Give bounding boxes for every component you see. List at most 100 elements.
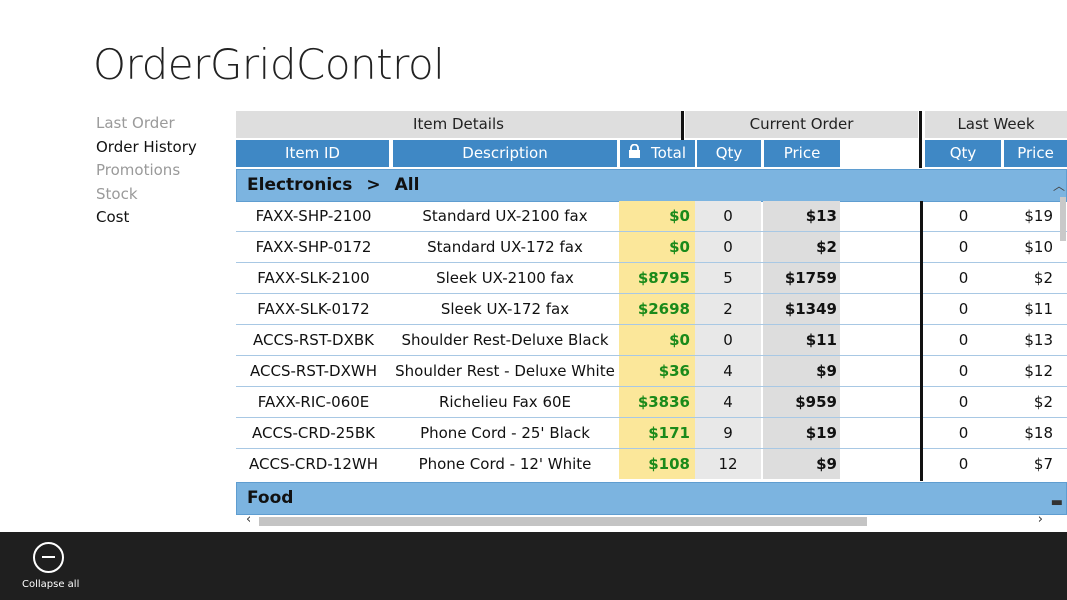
cell-qty[interactable]: 5 xyxy=(695,263,761,293)
nav-item-order-history[interactable]: Order History xyxy=(96,138,197,162)
category-name: Food xyxy=(247,488,294,508)
horizontal-scrollbar-thumb[interactable] xyxy=(259,517,867,526)
nav-item-cost[interactable]: Cost xyxy=(96,208,197,232)
col-header-item-id[interactable]: Item ID xyxy=(236,140,389,167)
cell-price: $959 xyxy=(763,387,840,417)
group-header-item-details: Item Details xyxy=(236,111,681,138)
cell-lastweek-price: $7 xyxy=(1033,455,1053,473)
cell-total: $171 xyxy=(619,418,695,448)
cell-price: $9 xyxy=(763,356,840,386)
cell-lastweek-qty: 0 xyxy=(958,362,969,380)
nav-item-promotions[interactable]: Promotions xyxy=(96,161,197,185)
horizontal-scrollbar[interactable]: ‹ › xyxy=(236,512,1067,528)
table-row[interactable]: FAXX-SLK-0172 Sleek UX-172 fax $2698 2 $… xyxy=(236,294,1067,325)
cell-qty[interactable]: 0 xyxy=(695,232,761,262)
cell-lastweek-price: $10 xyxy=(1024,238,1053,256)
cell-description: Shoulder Rest-Deluxe Black xyxy=(401,331,609,349)
cell-qty[interactable]: 4 xyxy=(695,387,761,417)
cell-lastweek-price: $11 xyxy=(1024,300,1053,318)
cell-lastweek-price: $13 xyxy=(1024,331,1053,349)
cell-price: $2 xyxy=(763,232,840,262)
col-header-lastweek-qty[interactable]: Qty xyxy=(925,140,1001,167)
col-header-total-label: Total xyxy=(651,144,687,162)
cell-lastweek-qty: 0 xyxy=(958,269,969,287)
cell-lastweek-price: $2 xyxy=(1033,393,1053,411)
group-divider xyxy=(681,111,684,140)
lock-icon xyxy=(628,141,641,167)
table-row[interactable]: ACCS-CRD-12WH Phone Cord - 12' White $10… xyxy=(236,449,1067,480)
cell-lastweek-qty: 0 xyxy=(958,393,969,411)
col-header-price[interactable]: Price xyxy=(764,140,840,167)
col-header-qty[interactable]: Qty xyxy=(697,140,761,167)
cell-qty[interactable]: 2 xyxy=(695,294,761,324)
collapse-icon xyxy=(32,542,64,573)
cell-lastweek-price: $12 xyxy=(1024,362,1053,380)
cell-lastweek-qty: 0 xyxy=(958,238,969,256)
scroll-left-icon[interactable]: ‹ xyxy=(246,512,251,527)
cell-total: $2698 xyxy=(619,294,695,324)
cell-price: $1759 xyxy=(763,263,840,293)
cell-total: $0 xyxy=(619,232,695,262)
vertical-scrollbar-thumb[interactable] xyxy=(1060,197,1066,241)
category-row-electronics[interactable]: Electronics > All xyxy=(236,169,1067,202)
cell-price: $19 xyxy=(763,418,840,448)
nav-item-last-order[interactable]: Last Order xyxy=(96,114,197,138)
cell-item-id: ACCS-CRD-12WH xyxy=(249,455,378,473)
cell-item-id: FAXX-RIC-060E xyxy=(257,393,370,411)
cell-description: Standard UX-172 fax xyxy=(427,238,583,256)
cell-total: $0 xyxy=(619,201,695,231)
cell-total: $108 xyxy=(619,449,695,479)
cell-price: $13 xyxy=(763,201,840,231)
table-row[interactable]: FAXX-SLK-2100 Sleek UX-2100 fax $8795 5 … xyxy=(236,263,1067,294)
collapse-all-button[interactable]: Collapse all xyxy=(22,542,80,590)
table-row[interactable]: ACCS-RST-DXBK Shoulder Rest-Deluxe Black… xyxy=(236,325,1067,356)
cell-description: Phone Cord - 12' White xyxy=(418,455,592,473)
app-title: OrderGridControl xyxy=(93,40,445,89)
scroll-up-icon[interactable]: ︿ xyxy=(1053,177,1065,194)
cell-total: $8795 xyxy=(619,263,695,293)
breadcrumb-separator: > xyxy=(366,175,381,195)
cell-lastweek-price: $19 xyxy=(1024,207,1053,225)
category-sub: All xyxy=(394,175,420,195)
col-header-total[interactable]: Total xyxy=(620,140,695,167)
cell-item-id: FAXX-SLK-2100 xyxy=(257,269,370,287)
group-divider xyxy=(919,111,922,168)
side-nav: Last Order Order History Promotions Stoc… xyxy=(96,114,197,232)
cell-item-id: FAXX-SHP-0172 xyxy=(255,238,372,256)
cell-qty[interactable]: 9 xyxy=(695,418,761,448)
cell-lastweek-qty: 0 xyxy=(958,455,969,473)
app-bar: Collapse all xyxy=(0,532,1067,600)
cell-description: Shoulder Rest - Deluxe White xyxy=(395,362,615,380)
cell-qty[interactable]: 12 xyxy=(695,449,761,479)
group-divider xyxy=(920,201,923,481)
order-grid: Item Details Current Order Last Week Ite… xyxy=(236,111,1067,531)
cell-lastweek-price: $18 xyxy=(1024,424,1053,442)
cell-description: Standard UX-2100 fax xyxy=(422,207,588,225)
table-row[interactable]: ACCS-RST-DXWH Shoulder Rest - Deluxe Whi… xyxy=(236,356,1067,387)
cell-item-id: ACCS-CRD-25BK xyxy=(252,424,375,442)
cell-description: Sleek UX-172 fax xyxy=(440,300,570,318)
scroll-right-icon[interactable]: › xyxy=(1038,512,1043,527)
table-row[interactable]: FAXX-SHP-2100 Standard UX-2100 fax $0 0 … xyxy=(236,201,1067,232)
col-header-lastweek-price[interactable]: Price xyxy=(1004,140,1067,167)
cell-lastweek-qty: 0 xyxy=(958,300,969,318)
cell-description: Sleek UX-2100 fax xyxy=(436,269,574,287)
table-row[interactable]: FAXX-SHP-0172 Standard UX-172 fax $0 0 $… xyxy=(236,232,1067,263)
category-row-food[interactable]: Food xyxy=(236,482,1067,515)
nav-item-stock[interactable]: Stock xyxy=(96,185,197,209)
cell-description: Richelieu Fax 60E xyxy=(438,393,572,411)
table-row[interactable]: ACCS-CRD-25BK Phone Cord - 25' Black $17… xyxy=(236,418,1067,449)
table-row[interactable]: FAXX-RIC-060E Richelieu Fax 60E $3836 4 … xyxy=(236,387,1067,418)
cell-lastweek-price: $2 xyxy=(1033,269,1053,287)
cell-item-id: FAXX-SHP-2100 xyxy=(255,207,372,225)
cell-lastweek-qty: 0 xyxy=(958,424,969,442)
cell-item-id: ACCS-RST-DXWH xyxy=(250,362,377,380)
cell-qty[interactable]: 4 xyxy=(695,356,761,386)
col-header-description[interactable]: Description xyxy=(393,140,617,167)
cell-qty[interactable]: 0 xyxy=(695,201,761,231)
collapse-all-label: Collapse all xyxy=(22,579,80,590)
cell-lastweek-qty: 0 xyxy=(958,207,969,225)
cell-description: Phone Cord - 25' Black xyxy=(420,424,590,442)
collapse-group-icon[interactable]: ▬ xyxy=(1051,495,1063,510)
cell-qty[interactable]: 0 xyxy=(695,325,761,355)
